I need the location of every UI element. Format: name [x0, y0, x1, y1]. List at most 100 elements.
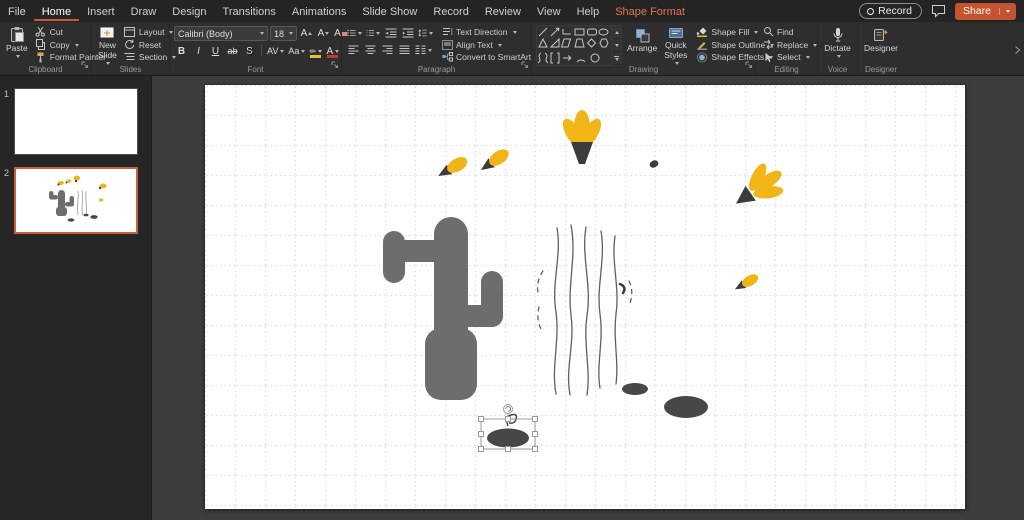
line-spacing-button[interactable]: [417, 26, 434, 40]
italic-button[interactable]: I: [191, 44, 206, 58]
selection-handle[interactable]: [479, 447, 484, 452]
character-spacing-button[interactable]: AV: [266, 44, 285, 58]
ribbon-overflow-chevron[interactable]: [1014, 42, 1021, 60]
bold-button[interactable]: B: [174, 44, 189, 58]
font-dialog-launcher[interactable]: [331, 56, 339, 74]
section-icon: [124, 52, 136, 63]
replace-button[interactable]: Replace: [760, 39, 819, 51]
selection-handle[interactable]: [479, 417, 484, 422]
gallery-scroll-down[interactable]: [612, 39, 621, 52]
change-case-button[interactable]: Aa: [287, 44, 306, 58]
share-dropdown[interactable]: [999, 8, 1016, 15]
slide-2-number: 2: [4, 168, 9, 178]
tab-record[interactable]: Record: [425, 2, 476, 21]
group-drawing: Arrange Quick Styles Shape Fill: [532, 22, 756, 75]
selection-handle[interactable]: [506, 447, 511, 452]
slide-1-thumbnail[interactable]: [14, 88, 138, 155]
new-slide-icon: [99, 26, 115, 40]
selection-handle[interactable]: [506, 417, 511, 422]
tab-transitions[interactable]: Transitions: [215, 2, 284, 21]
reset-icon: [124, 39, 136, 50]
format-painter-icon: [35, 52, 47, 63]
slide-content: [205, 85, 965, 509]
selection-handle[interactable]: [533, 432, 538, 437]
group-slides: New Slide Layout Reset: [92, 22, 170, 75]
arrange-button[interactable]: Arrange: [625, 25, 659, 63]
find-button[interactable]: Find: [760, 26, 819, 38]
grow-font-button[interactable]: A: [299, 27, 314, 41]
tab-slide-show[interactable]: Slide Show: [354, 2, 425, 21]
shrink-font-button[interactable]: A: [316, 27, 331, 41]
justify-button[interactable]: [397, 43, 412, 57]
paragraph-dialog-launcher[interactable]: [521, 56, 529, 74]
find-icon: [762, 26, 774, 37]
clipboard-dialog-launcher[interactable]: [81, 56, 89, 74]
tab-draw[interactable]: Draw: [123, 2, 165, 21]
gallery-scroll-up[interactable]: [612, 26, 621, 39]
selection-handle[interactable]: [533, 417, 538, 422]
decrease-indent-button[interactable]: [383, 26, 398, 40]
bullets-button[interactable]: [346, 26, 363, 40]
record-button[interactable]: Record: [859, 3, 922, 19]
rock-large[interactable]: [664, 396, 708, 418]
dictate-button[interactable]: Dictate: [822, 25, 852, 63]
align-left-button[interactable]: [346, 43, 361, 57]
copy-icon: [35, 39, 47, 50]
highlight-color-button[interactable]: ✏: [308, 44, 323, 58]
shape-effects-icon: [696, 52, 708, 63]
drawing-dialog-launcher[interactable]: [745, 56, 753, 74]
align-center-button[interactable]: [363, 43, 378, 57]
shape-gallery[interactable]: [536, 25, 622, 66]
tab-file[interactable]: File: [0, 2, 34, 21]
tab-insert[interactable]: Insert: [79, 2, 123, 21]
font-size-combo[interactable]: 18: [270, 26, 297, 41]
underline-button[interactable]: U: [208, 44, 223, 58]
share-button[interactable]: Share: [955, 3, 1016, 20]
tab-help[interactable]: Help: [569, 2, 608, 21]
quick-styles-icon: [668, 26, 684, 40]
group-paragraph: Text Direction Align Text Convert to Sma…: [342, 22, 532, 75]
text-direction-button[interactable]: Text Direction: [439, 26, 542, 38]
smartart-icon: [441, 52, 453, 63]
paste-button[interactable]: Paste: [4, 25, 30, 63]
quick-styles-button[interactable]: Quick Styles: [662, 25, 689, 63]
record-dot-icon: [867, 8, 874, 15]
align-text-button[interactable]: Align Text: [439, 39, 542, 51]
columns-button[interactable]: [414, 43, 433, 57]
tab-animations[interactable]: Animations: [284, 2, 354, 21]
group-editing: Find Replace Select Editing: [756, 22, 818, 75]
tab-design[interactable]: Design: [164, 2, 214, 21]
new-slide-button[interactable]: New Slide: [96, 25, 119, 63]
text-shadow-button[interactable]: S: [242, 44, 257, 58]
selection-handle[interactable]: [479, 432, 484, 437]
record-button-label: Record: [878, 5, 912, 17]
slide-surface[interactable]: [205, 85, 965, 509]
shape-gallery-shapes[interactable]: [537, 26, 611, 64]
powerpoint-window: File Home Insert Draw Design Transitions…: [0, 0, 1024, 520]
arrange-icon: [635, 26, 650, 43]
share-button-label: Share: [955, 3, 999, 20]
slide-editing-canvas[interactable]: [152, 76, 1024, 520]
slide-2-thumbnail[interactable]: [14, 167, 138, 234]
rock-small[interactable]: [622, 383, 648, 395]
microphone-icon: [831, 26, 845, 43]
gallery-more-button[interactable]: [612, 52, 621, 65]
tab-review[interactable]: Review: [477, 2, 529, 21]
font-name-combo[interactable]: Calibri (Body): [174, 26, 268, 41]
numbering-button[interactable]: [365, 26, 382, 40]
rotation-handle[interactable]: [504, 405, 513, 414]
align-right-button[interactable]: [380, 43, 395, 57]
comment-icon[interactable]: [931, 4, 946, 18]
strikethrough-button[interactable]: ab: [225, 44, 240, 58]
selection-handle[interactable]: [533, 447, 538, 452]
increase-indent-button[interactable]: [400, 26, 415, 40]
tab-shape-format[interactable]: Shape Format: [607, 2, 693, 21]
shape-fill-icon: [696, 26, 708, 37]
tab-home[interactable]: Home: [34, 2, 79, 21]
shape-gallery-scrollbar[interactable]: [611, 26, 621, 65]
titlebar-actions: Record Share: [859, 3, 1024, 20]
group-voice: Dictate Voice: [818, 22, 858, 75]
designer-button[interactable]: Designer: [862, 25, 900, 63]
tab-view[interactable]: View: [529, 2, 569, 21]
select-button[interactable]: Select: [760, 51, 819, 63]
